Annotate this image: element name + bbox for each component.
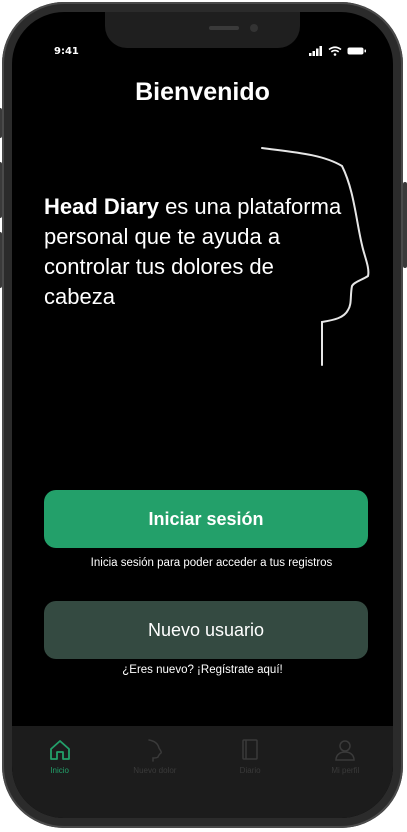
signal-icon <box>309 46 322 56</box>
notch <box>105 12 300 48</box>
bottom-tab-bar: Inicio Nuevo dolor Diario Mi perfil <box>12 726 393 818</box>
battery-icon <box>347 47 366 55</box>
app-screen: 9:41 Bienvenido Head Diary es una plataf… <box>12 12 393 818</box>
page-title: Bienvenido <box>135 78 270 106</box>
tab-label-diario: Diario <box>239 766 261 775</box>
diary-icon <box>242 739 258 760</box>
tab-nuevo-dolor[interactable]: Nuevo dolor <box>107 726 202 818</box>
volume-up-button <box>0 162 2 218</box>
intro-text: Head Diary es una plataforma personal qu… <box>44 192 344 312</box>
front-camera <box>250 24 258 32</box>
status-icons <box>309 46 367 56</box>
tab-label-nuevo-dolor: Nuevo dolor <box>133 766 177 775</box>
new-user-button[interactable]: Nuevo usuario <box>44 601 368 659</box>
tab-label-inicio: Inicio <box>50 766 69 775</box>
user-icon <box>335 740 356 761</box>
tab-diario[interactable]: Diario <box>203 726 298 818</box>
home-icon <box>49 740 70 760</box>
tab-inicio[interactable]: Inicio <box>12 726 107 818</box>
register-hint[interactable]: ¿Eres nuevo? ¡Regístrate aquí! <box>12 664 393 676</box>
phone-frame: 9:41 Bienvenido Head Diary es una plataf… <box>0 2 407 828</box>
status-time: 9:41 <box>54 46 79 57</box>
power-button <box>403 182 407 268</box>
brand-name: Head Diary <box>44 194 159 219</box>
tab-mi-perfil[interactable]: Mi perfil <box>298 726 393 818</box>
login-button[interactable]: Iniciar sesión <box>44 490 368 548</box>
tab-label-mi-perfil: Mi perfil <box>331 766 360 775</box>
volume-down-button <box>0 232 2 288</box>
silent-switch <box>0 108 2 138</box>
login-hint: Inicia sesión para poder acceder a tus r… <box>90 557 333 569</box>
wifi-icon <box>328 46 342 56</box>
speaker-grille <box>209 26 239 30</box>
head-profile-icon <box>148 739 162 762</box>
